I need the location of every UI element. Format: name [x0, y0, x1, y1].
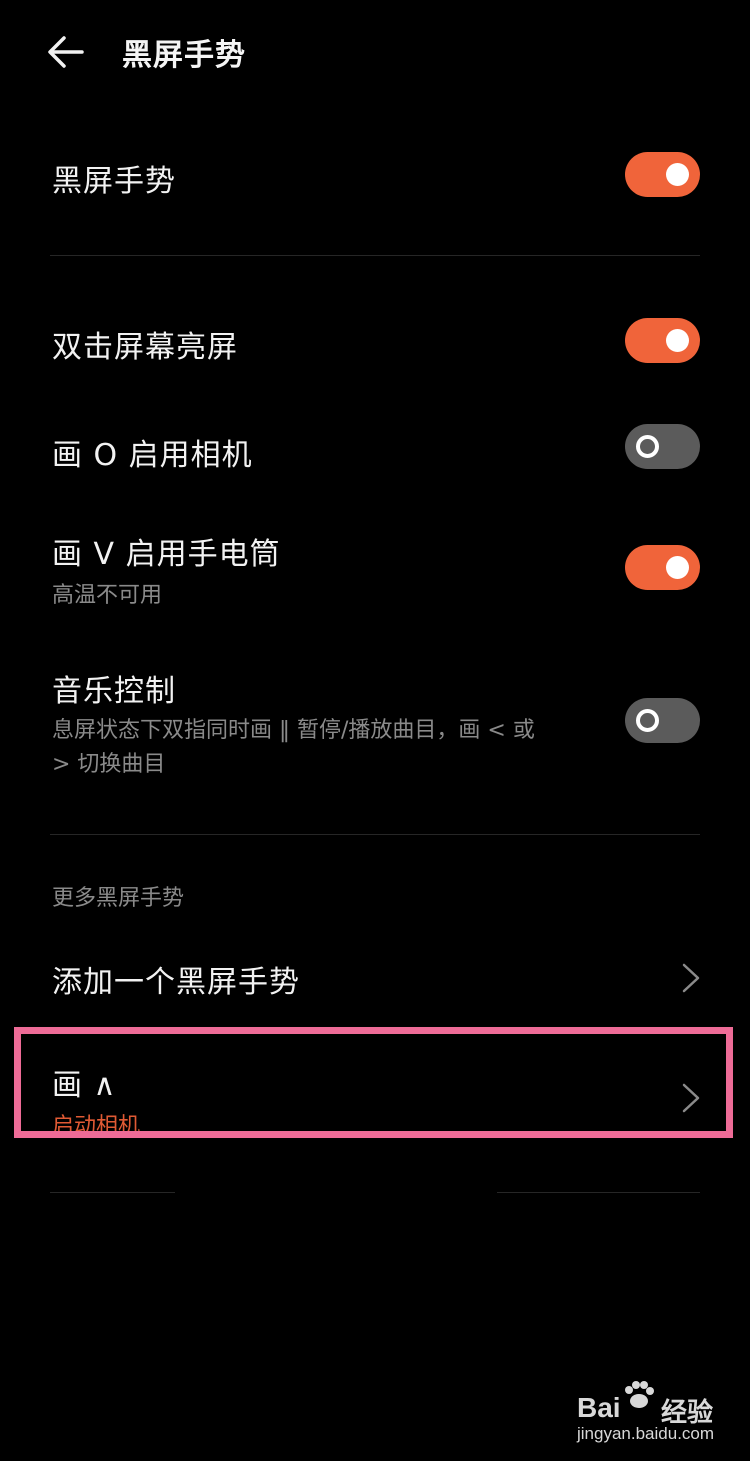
toggle-knob — [636, 435, 659, 458]
double-tap-toggle[interactable] — [625, 318, 700, 363]
section-label-more: 更多黑屏手势 — [52, 886, 185, 911]
page-title: 黑屏手势 — [122, 38, 246, 73]
main-toggle-switch[interactable] — [625, 152, 700, 197]
watermark-url: jingyan.baidu.com — [577, 1424, 715, 1443]
gesture-label: 音乐控制 — [52, 674, 176, 709]
gesture-row-double-tap[interactable]: 双击屏幕亮屏 — [0, 310, 750, 380]
gesture-row-o-camera[interactable]: 画 O 启用相机 — [0, 418, 750, 488]
gesture-sub: 高温不可用 — [52, 583, 163, 608]
add-gesture-label: 添加一个黑屏手势 — [52, 965, 300, 1000]
header: 黑屏手势 — [0, 0, 750, 105]
add-gesture-row[interactable]: 添加一个黑屏手势 — [0, 945, 750, 1015]
divider — [497, 1192, 700, 1193]
gesture-row-v-flashlight[interactable]: 画 V 启用手电筒 高温不可用 — [0, 525, 750, 615]
toggle-knob — [666, 329, 689, 352]
gesture-label: 双击屏幕亮屏 — [52, 330, 238, 365]
divider — [50, 255, 700, 256]
o-camera-toggle[interactable] — [625, 424, 700, 469]
main-toggle-row[interactable]: 黑屏手势 — [0, 140, 750, 210]
watermark-brand: Bai — [577, 1392, 621, 1423]
chevron-right-icon — [682, 963, 700, 993]
v-flashlight-toggle[interactable] — [625, 545, 700, 590]
music-control-toggle[interactable] — [625, 698, 700, 743]
paw-icon — [625, 1381, 654, 1408]
toggle-knob — [666, 163, 689, 186]
divider — [50, 834, 700, 835]
main-toggle-label: 黑屏手势 — [52, 164, 176, 199]
gesture-row-music-control[interactable]: 音乐控制 息屏状态下双指同时画 ‖ 暂停/播放曲目，画 < 或 > 切换曲目 — [0, 662, 750, 782]
gesture-sub-line2: > 切换曲目 — [52, 752, 166, 777]
gesture-sub-line1: 息屏状态下双指同时画 ‖ 暂停/播放曲目，画 < 或 — [52, 718, 535, 743]
gesture-label: 画 O 启用相机 — [52, 438, 253, 473]
toggle-knob — [636, 709, 659, 732]
toggle-knob — [666, 556, 689, 579]
divider — [50, 1192, 175, 1193]
gesture-label: 画 V 启用手电筒 — [52, 537, 281, 572]
back-arrow-icon[interactable] — [46, 34, 86, 70]
highlight-box — [14, 1027, 733, 1138]
baidu-watermark: Bai 经验 jingyan.baidu.com — [577, 1378, 727, 1448]
